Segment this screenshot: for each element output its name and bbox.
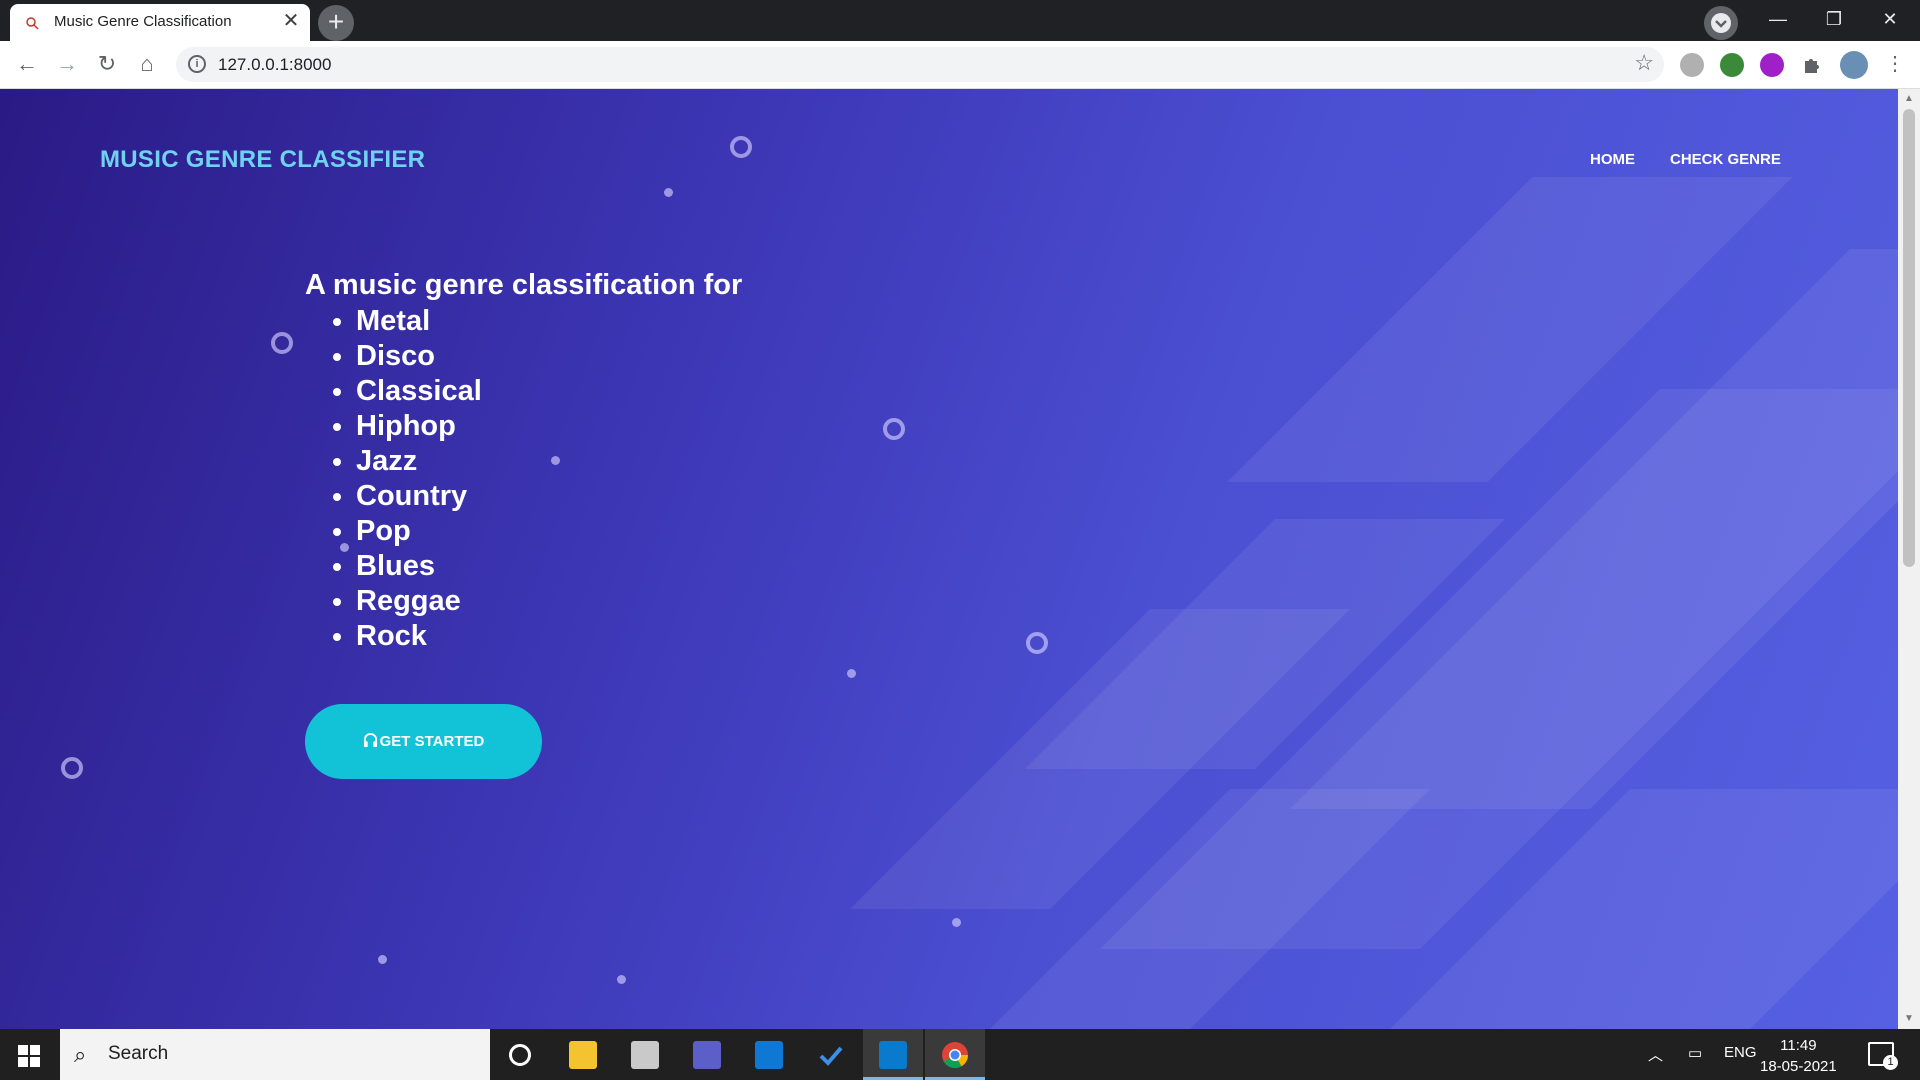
decor-ring: [730, 136, 752, 158]
get-started-button[interactable]: GET STARTED: [305, 704, 542, 779]
site-info-icon[interactable]: i: [188, 55, 206, 73]
nav-check-genre-link[interactable]: CHECK GENRE: [1670, 151, 1781, 168]
genre-item: Classical: [356, 374, 482, 409]
hero-headline: A music genre classification for: [305, 269, 743, 301]
scroll-down-arrow-icon[interactable]: ▼: [1903, 1013, 1915, 1025]
tree-extension-icon[interactable]: [1720, 53, 1744, 77]
search-icon: ⌕: [74, 1042, 87, 1067]
notification-count: 1: [1883, 1055, 1898, 1070]
decor-dot: [617, 975, 626, 984]
url-text[interactable]: 127.0.0.1:8000: [218, 55, 331, 75]
genre-item: Rock: [356, 619, 482, 654]
genre-item: Jazz: [356, 444, 482, 479]
browser-tab[interactable]: Music Genre Classification ✕: [10, 4, 310, 41]
decor-dot: [378, 955, 387, 964]
decor-dot: [664, 188, 673, 197]
bug-extension-icon[interactable]: [1680, 53, 1704, 77]
decor-dot: [952, 918, 961, 927]
get-started-label: GET STARTED: [379, 733, 485, 750]
decor-ring: [61, 757, 83, 779]
scroll-up-arrow-icon[interactable]: ▲: [1903, 93, 1915, 105]
decor-ring: [271, 332, 293, 354]
restore-button[interactable]: ❐: [1806, 0, 1862, 38]
teams-icon[interactable]: [677, 1029, 737, 1080]
menu-kebab-icon[interactable]: ⋮: [1880, 49, 1910, 79]
chrome-icon[interactable]: [925, 1029, 985, 1080]
close-window-button[interactable]: ✕: [1862, 0, 1918, 38]
address-bar[interactable]: i 127.0.0.1:8000 ☆: [176, 47, 1664, 82]
favicon-icon: [26, 17, 39, 30]
clock-date: 18-05-2021: [1760, 1058, 1837, 1075]
headphones-extension-icon[interactable]: [1760, 53, 1784, 77]
site-logo[interactable]: MUSIC GENRE CLASSIFIER: [100, 146, 425, 174]
genre-item: Country: [356, 479, 482, 514]
windows-taskbar: ⌕ Search ︿ ▭ ENG 11:49 18-05-2021 1: [0, 1029, 1920, 1080]
forward-button[interactable]: →: [52, 49, 82, 79]
headphones-icon: [363, 733, 377, 747]
tray-chevron-up-icon[interactable]: ︿: [1648, 1044, 1663, 1065]
todo-icon[interactable]: [801, 1029, 861, 1080]
notifications-icon[interactable]: 1: [1868, 1042, 1898, 1070]
genre-list: Metal Disco Classical Hiphop Jazz Countr…: [328, 304, 482, 654]
nav-home-link[interactable]: HOME: [1590, 151, 1635, 168]
hero-section: MUSIC GENRE CLASSIFIER HOME CHECK GENRE …: [0, 89, 1898, 1029]
taskbar-clock[interactable]: 11:49 18-05-2021: [1760, 1035, 1837, 1077]
decor-ring: [883, 418, 905, 440]
decor-dot: [551, 456, 560, 465]
page-scrollbar[interactable]: ▲ ▼: [1898, 89, 1920, 1029]
home-button[interactable]: ⌂: [132, 49, 162, 79]
decor-dot: [847, 669, 856, 678]
photos-app-icon[interactable]: [615, 1029, 675, 1080]
genre-item: Blues: [356, 549, 482, 584]
genre-item: Disco: [356, 339, 482, 374]
windows-start-icon[interactable]: [18, 1045, 40, 1067]
language-indicator[interactable]: ENG: [1724, 1044, 1757, 1061]
genre-item: Reggae: [356, 584, 482, 619]
reload-button[interactable]: ↻: [92, 49, 122, 79]
taskbar-search-box[interactable]: ⌕ Search: [60, 1029, 490, 1080]
profile-avatar-icon[interactable]: [1840, 51, 1868, 79]
genre-item: Hiphop: [356, 409, 482, 444]
puzzle-extensions-icon[interactable]: [1800, 53, 1824, 77]
new-tab-button[interactable]: +: [318, 5, 354, 41]
mail-icon[interactable]: [739, 1029, 799, 1080]
clock-time: 11:49: [1780, 1037, 1817, 1054]
tab-close-icon[interactable]: ✕: [280, 10, 302, 32]
taskbar-search-placeholder: Search: [108, 1043, 169, 1064]
decor-ring: [1026, 632, 1048, 654]
minimize-button[interactable]: —: [1750, 0, 1806, 38]
tab-search-button[interactable]: [1704, 6, 1738, 40]
genre-item: Pop: [356, 514, 482, 549]
file-explorer-icon[interactable]: [553, 1029, 613, 1080]
vscode-icon[interactable]: [863, 1029, 923, 1080]
tab-title: Music Genre Classification: [54, 13, 232, 30]
back-button[interactable]: ←: [12, 49, 42, 79]
genre-item: Metal: [356, 304, 482, 339]
cortana-icon[interactable]: [490, 1029, 550, 1080]
scroll-thumb[interactable]: [1903, 109, 1915, 567]
tab-strip: Music Genre Classification ✕ + — ❐ ✕: [0, 0, 1920, 41]
battery-icon[interactable]: ▭: [1688, 1044, 1702, 1062]
browser-toolbar: ← → ↻ ⌂ i 127.0.0.1:8000 ☆ ⋮: [0, 41, 1920, 89]
chevron-down-icon: [1711, 13, 1731, 33]
bookmark-star-icon[interactable]: ☆: [1634, 50, 1654, 76]
